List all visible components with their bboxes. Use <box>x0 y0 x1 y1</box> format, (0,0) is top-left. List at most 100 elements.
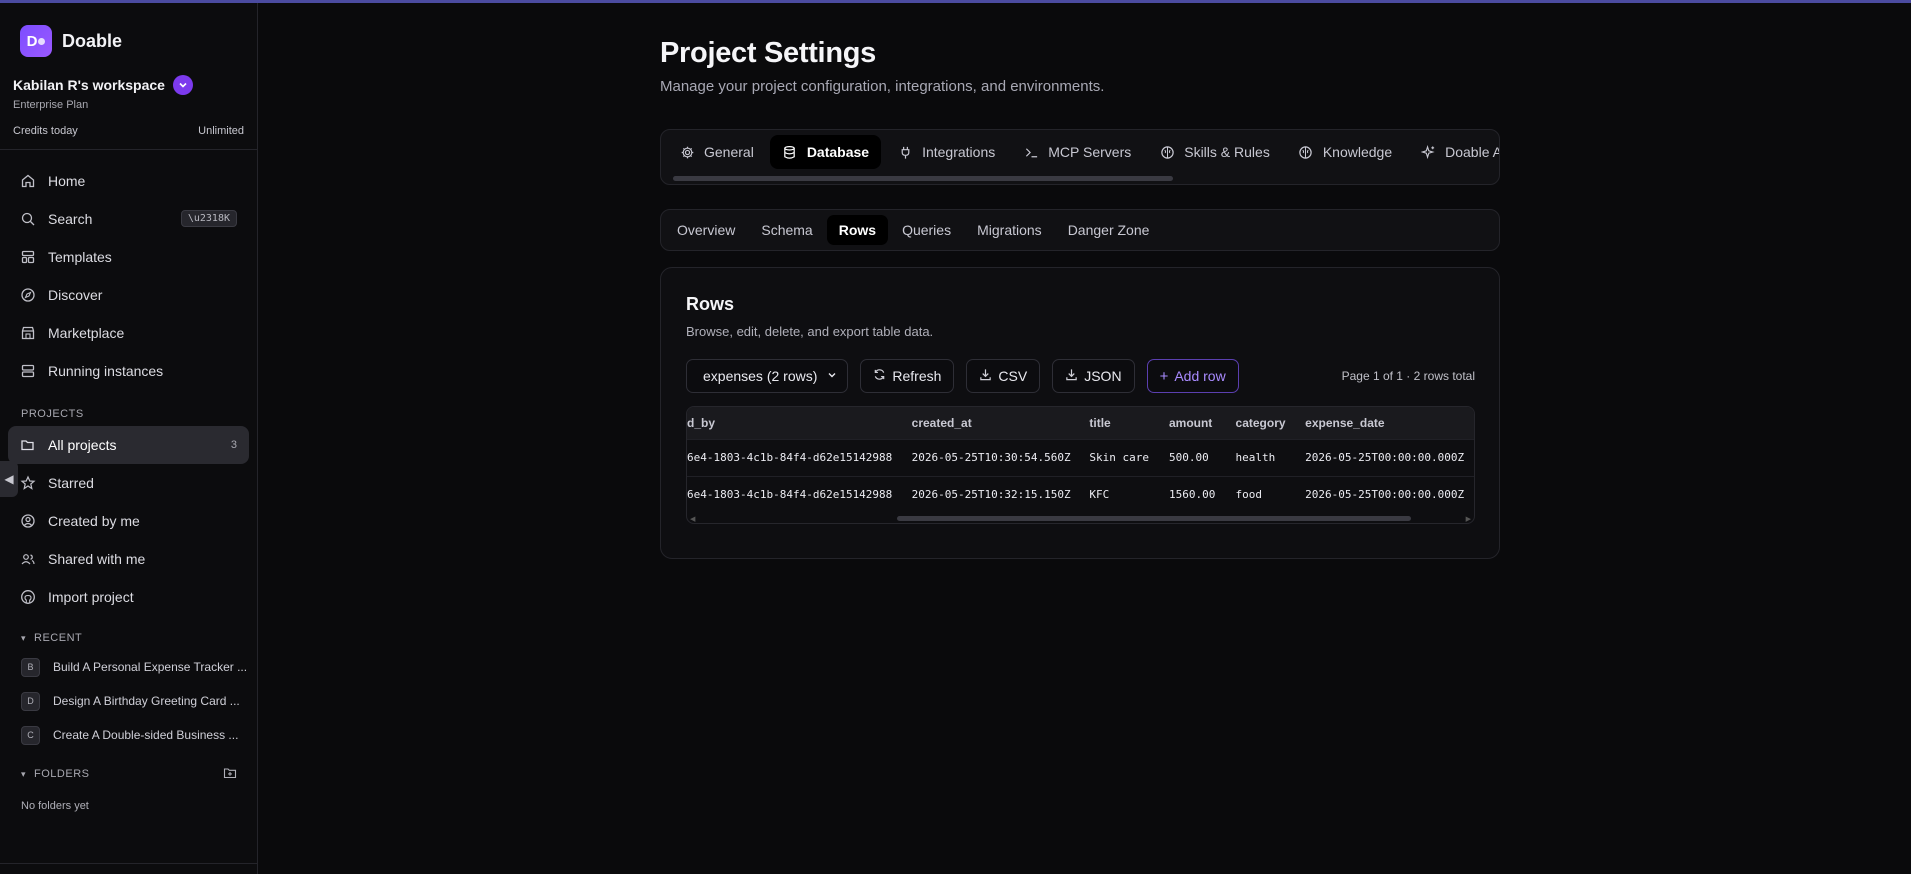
subtab-danger-zone[interactable]: Danger Zone <box>1056 215 1162 245</box>
brand-name: Doable <box>62 30 123 51</box>
column-header[interactable]: amount <box>1168 407 1236 439</box>
recent-badge: B <box>21 657 40 677</box>
projects-section-label: PROJECTS <box>21 408 84 420</box>
collapse-sidebar-icon[interactable]: ◀ <box>0 461 18 497</box>
folder-open-icon <box>20 437 36 453</box>
nav-starred[interactable]: Starred <box>8 464 249 502</box>
tabbar-scrollbar[interactable] <box>673 176 1173 181</box>
home-icon <box>20 173 36 189</box>
server-icon <box>20 363 36 379</box>
subtab-rows[interactable]: Rows <box>826 215 889 245</box>
nav-home[interactable]: Home <box>8 162 249 200</box>
divider <box>0 863 258 864</box>
tab-knowledge[interactable]: Knowledge <box>1286 135 1404 169</box>
nav-created-by-me[interactable]: Created by me <box>8 502 249 540</box>
nav-home-label: Home <box>48 173 86 189</box>
add-row-button[interactable]: + Add row <box>1146 359 1239 393</box>
nav-search-label: Search <box>48 211 93 227</box>
nav-all-projects[interactable]: All projects 3 <box>8 426 249 464</box>
nav-search[interactable]: Search \u2318K <box>8 200 249 238</box>
nav-running-instances[interactable]: Running instances <box>8 352 249 390</box>
rows-table: d_by created_at title amount category ex… <box>687 407 1474 513</box>
page-subtitle: Manage your project configuration, integ… <box>660 78 1105 95</box>
subtab-overview[interactable]: Overview <box>665 215 747 245</box>
nav-starred-label: Starred <box>48 475 94 491</box>
table-row[interactable]: 6e4-1803-4c1b-84f4-d62e15142988 2026-05-… <box>687 438 1474 476</box>
chevron-down-icon: ▾ <box>21 768 27 779</box>
tab-doable-ai[interactable]: Doable AI <box>1408 135 1499 169</box>
nav-running-label: Running instances <box>48 363 164 379</box>
add-row-label: Add row <box>1174 368 1226 384</box>
nav-created-label: Created by me <box>48 513 140 529</box>
folders-section-toggle[interactable]: ▾ FOLDERS <box>0 762 257 786</box>
recent-item[interactable]: D Design A Birthday Greeting Card ... <box>0 684 257 718</box>
database-subtabs: Overview Schema Rows Queries Migrations … <box>660 209 1500 251</box>
no-folders-text: No folders yet <box>21 800 89 812</box>
scroll-right-icon[interactable]: ▶ <box>1466 515 1471 523</box>
workspace-switcher[interactable]: Kabilan R's workspace <box>0 59 257 95</box>
brain-icon <box>1298 144 1314 160</box>
table-cell[interactable]: 2026-05-25T10:30:54.560Z <box>911 438 1090 476</box>
sidebar: D Doable Kabilan R's workspace Enterpris… <box>0 3 258 874</box>
table-cell[interactable]: 2026-05-25T10:32:15.150Z <box>911 475 1090 513</box>
table-cell[interactable]: 2026-05-25T00:00:00.000Z <box>1305 475 1474 513</box>
brand[interactable]: D Doable <box>0 3 257 59</box>
subtab-schema[interactable]: Schema <box>749 215 824 245</box>
tab-database-label: Database <box>806 144 870 160</box>
export-csv-button[interactable]: CSV <box>966 359 1041 393</box>
table-cell[interactable]: 1560.00 <box>1168 475 1236 513</box>
tab-integrations-label: Integrations <box>922 144 996 160</box>
refresh-button[interactable]: Refresh <box>860 359 955 393</box>
tab-database[interactable]: Database <box>769 135 882 169</box>
sparkles-icon <box>1420 144 1436 160</box>
store-icon <box>20 325 36 341</box>
tab-integrations[interactable]: Integrations <box>885 135 1007 169</box>
terminal-icon <box>1023 144 1039 160</box>
table-cell[interactable]: Skin care <box>1089 438 1169 476</box>
table-select[interactable]: expenses (2 rows) <box>686 359 849 393</box>
recent-item[interactable]: B Build A Personal Expense Tracker ... <box>0 650 257 684</box>
doable-logo-icon: D <box>20 25 52 57</box>
nav-import-project[interactable]: Import project <box>8 578 249 616</box>
chevron-down-icon[interactable] <box>172 75 193 95</box>
gear-icon <box>679 144 695 160</box>
table-cell[interactable]: 6e4-1803-4c1b-84f4-d62e15142988 <box>687 438 912 476</box>
tab-skills-rules[interactable]: Skills & Rules <box>1147 135 1282 169</box>
templates-icon <box>20 249 36 265</box>
table-cell[interactable]: health <box>1235 438 1306 476</box>
table-scrollbar[interactable] <box>897 516 1411 521</box>
table-cell[interactable]: 6e4-1803-4c1b-84f4-d62e15142988 <box>687 475 912 513</box>
column-header[interactable]: created_at <box>911 407 1090 439</box>
nav-templates-label: Templates <box>48 249 112 265</box>
nav-shared-with-me[interactable]: Shared with me <box>8 540 249 578</box>
github-icon <box>20 589 36 605</box>
nav-marketplace[interactable]: Marketplace <box>8 314 249 352</box>
subtab-queries[interactable]: Queries <box>890 215 963 245</box>
recent-section-toggle[interactable]: ▾ RECENT <box>0 626 257 650</box>
nav-templates[interactable]: Templates <box>8 238 249 276</box>
tab-general[interactable]: General <box>667 135 766 169</box>
nav-discover[interactable]: Discover <box>8 276 249 314</box>
column-header[interactable]: d_by <box>687 407 912 439</box>
recent-item[interactable]: C Create A Double-sided Business ... <box>0 718 257 752</box>
main-content: Project Settings Manage your project con… <box>258 3 1911 874</box>
table-cell[interactable]: 500.00 <box>1168 438 1236 476</box>
column-header[interactable]: title <box>1089 407 1169 439</box>
subtab-migrations[interactable]: Migrations <box>965 215 1054 245</box>
csv-label: CSV <box>998 368 1028 384</box>
compass-icon <box>20 287 36 303</box>
column-header[interactable]: category <box>1235 407 1306 439</box>
tab-mcp-servers[interactable]: MCP Servers <box>1011 135 1143 169</box>
tab-skills-label: Skills & Rules <box>1184 144 1270 160</box>
credits-label: Credits today <box>13 125 78 137</box>
tab-general-label: General <box>704 144 754 160</box>
table-cell[interactable]: 2026-05-25T00:00:00.000Z <box>1305 438 1474 476</box>
table-cell[interactable]: KFC <box>1089 475 1169 513</box>
scroll-left-icon[interactable]: ◀ <box>690 515 695 523</box>
column-header[interactable]: expense_date <box>1305 407 1474 439</box>
table-header-row: d_by created_at title amount category ex… <box>687 407 1474 439</box>
export-json-button[interactable]: JSON <box>1052 359 1135 393</box>
table-row[interactable]: 6e4-1803-4c1b-84f4-d62e15142988 2026-05-… <box>687 475 1474 513</box>
table-cell[interactable]: food <box>1235 475 1306 513</box>
new-folder-icon[interactable] <box>223 766 237 783</box>
